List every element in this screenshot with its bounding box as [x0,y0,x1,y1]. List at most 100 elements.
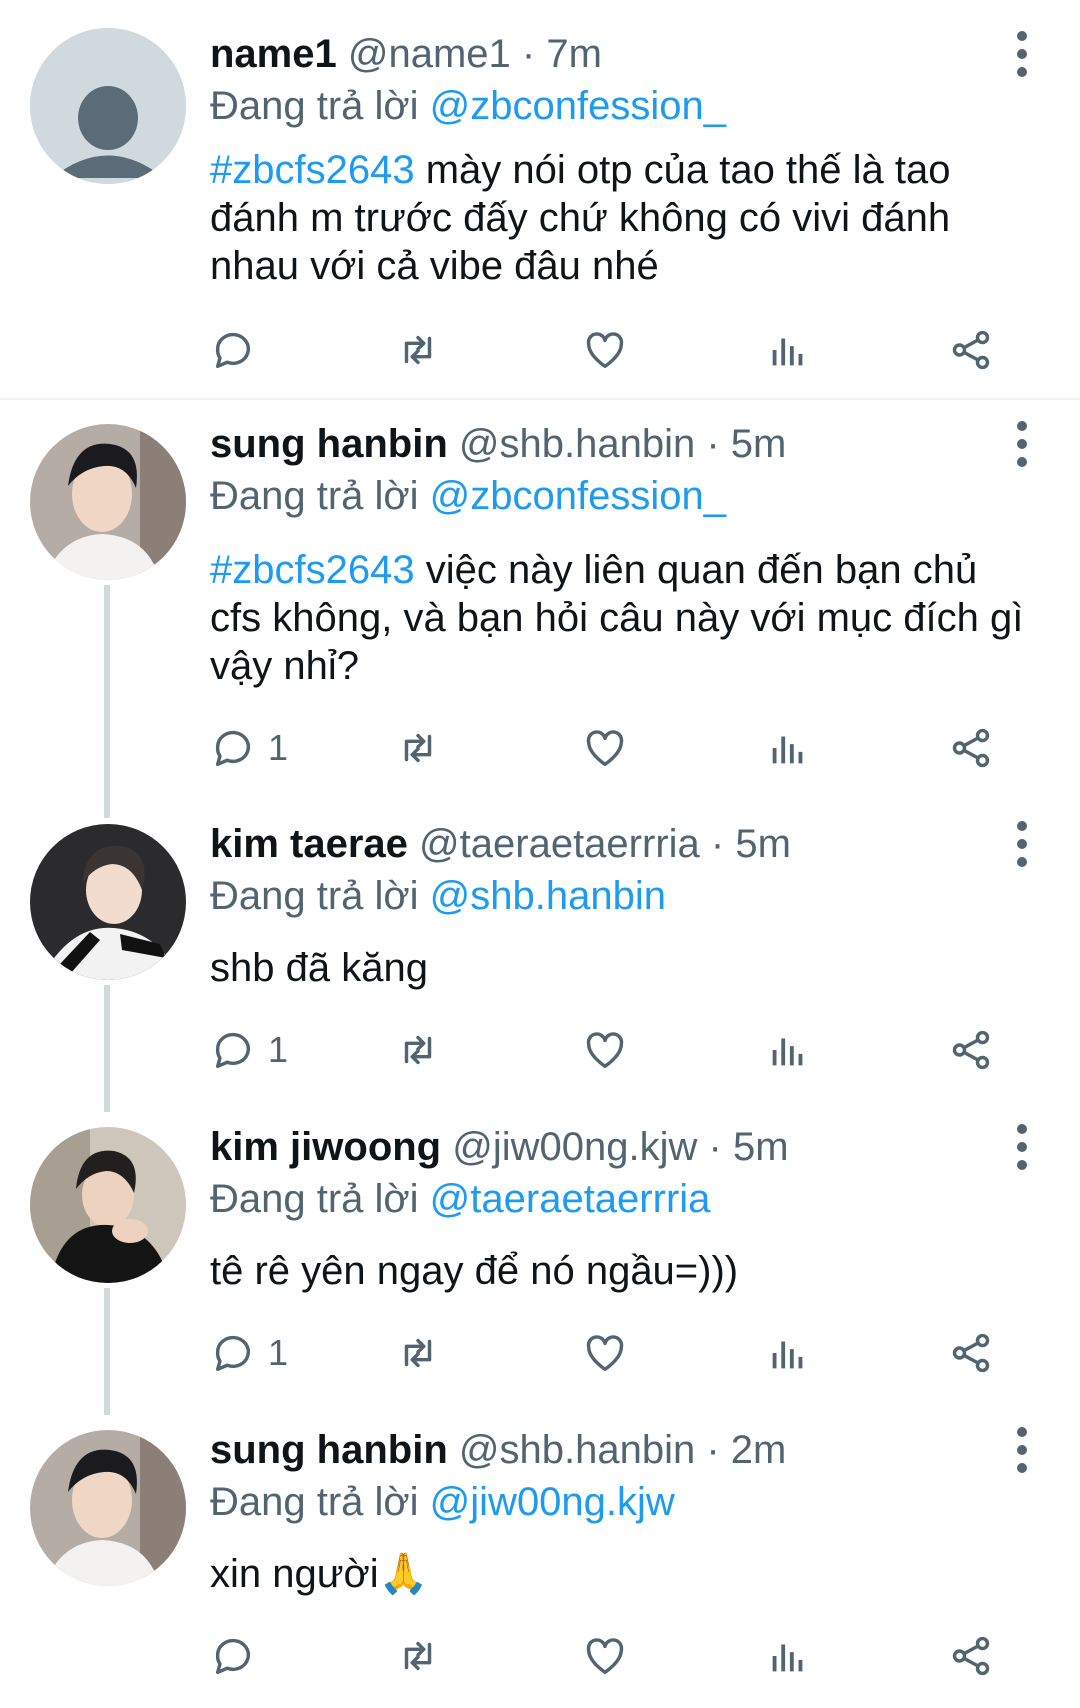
retweet-button[interactable] [395,718,441,778]
share-button[interactable] [948,320,994,380]
tweet-header: sung hanbin @shb.hanbin · 5m [210,418,1000,470]
share-button[interactable] [948,718,994,778]
display-name[interactable]: name1 [210,32,337,76]
replying-prefix: Đang trả lời [210,474,419,518]
action-bar: 1 [210,1323,1030,1383]
display-name[interactable]: sung hanbin [210,1428,448,1472]
avatar[interactable] [30,824,186,980]
analytics-icon [772,736,803,764]
avatar[interactable] [30,1127,186,1283]
replying-mention[interactable]: @zbconfession_ [430,84,726,128]
share-icon [952,330,990,370]
retweet-button[interactable] [395,1626,441,1686]
reply-icon [215,1335,251,1372]
reply-button[interactable]: 1 [210,718,288,778]
user-handle: @shb.hanbin [458,1428,696,1472]
tweet-header: kim jiwoong @jiw00ng.kjw · 5m [210,1121,1000,1173]
like-button[interactable] [582,320,628,380]
display-name[interactable]: sung hanbin [210,422,448,466]
action-bar: 1 [210,1020,1030,1080]
profile-photo-icon [30,1430,186,1586]
reply-icon [215,1032,251,1069]
tweet[interactable]: sung hanbin @shb.hanbin · 5m Đang trả lờ… [0,400,1080,800]
share-button[interactable] [948,1020,994,1080]
replying-prefix: Đang trả lời [210,1480,419,1524]
share-icon [952,1636,990,1676]
display-name[interactable]: kim taerae [210,822,408,866]
tweet[interactable]: name1 @name1 · 7m Đang trả lời @zbconfes… [0,0,1080,398]
tweet[interactable]: kim jiwoong @jiw00ng.kjw · 5m Đang trả l… [0,1103,1080,1406]
profile-photo-icon [30,1127,186,1283]
like-icon [586,730,624,767]
separator-dot: · [706,422,720,466]
replying-mention[interactable]: @shb.hanbin [430,874,666,918]
more-vertical-icon [1017,31,1027,77]
more-options-button[interactable] [1002,814,1042,874]
more-vertical-icon [1017,1124,1027,1170]
analytics-button[interactable] [765,718,811,778]
like-button[interactable] [582,1323,628,1383]
more-options-button[interactable] [1002,24,1042,84]
default-avatar-icon [30,28,186,184]
reply-count: 1 [268,1332,289,1373]
replying-to: Đang trả lời @shb.hanbin [210,870,666,922]
avatar[interactable] [30,1430,186,1586]
reply-button[interactable]: 1 [210,1323,288,1383]
tweet-text: #zbcfs2643 mày nói otp của tao thế là ta… [210,146,1030,290]
timestamp[interactable]: 5m [731,422,787,466]
like-button[interactable] [582,718,628,778]
retweet-button[interactable] [395,320,441,380]
retweet-icon [404,733,432,763]
share-button[interactable] [948,1323,994,1383]
retweet-icon [404,335,432,365]
share-icon [952,1030,990,1070]
timestamp[interactable]: 5m [733,1125,789,1169]
tweet-body: shb đã kăng [210,946,428,990]
analytics-button[interactable] [765,1020,811,1080]
display-name[interactable]: kim jiwoong [210,1125,441,1169]
more-options-button[interactable] [1002,1420,1042,1480]
user-handle: @name1 [347,32,511,76]
avatar[interactable] [30,28,186,184]
timestamp[interactable]: 5m [735,822,791,866]
avatar[interactable] [30,424,186,580]
like-button[interactable] [582,1020,628,1080]
action-bar: 1 [210,718,1030,778]
share-button[interactable] [948,1626,994,1686]
action-bar [210,320,1030,380]
tweet-header: name1 @name1 · 7m [210,28,1000,80]
hashtag[interactable]: #zbcfs2643 [210,148,415,192]
tweet[interactable]: sung hanbin @shb.hanbin · 2m Đang trả lờ… [0,1406,1080,1708]
retweet-button[interactable] [395,1323,441,1383]
timestamp[interactable]: 2m [731,1428,787,1472]
timestamp[interactable]: 7m [546,32,602,76]
action-bar [210,1626,1030,1686]
like-button[interactable] [582,1626,628,1686]
more-options-button[interactable] [1002,1117,1042,1177]
reply-button[interactable] [210,1626,268,1686]
replying-mention[interactable]: @taeraetaerrria [430,1177,711,1221]
separator-dot: · [710,822,725,866]
user-handle: @shb.hanbin [458,422,696,466]
separator-dot: · [521,32,536,76]
tweet[interactable]: kim taerae @taeraetaerrria · 5m Đang trả… [0,800,1080,1103]
replying-prefix: Đang trả lời [210,84,419,128]
reply-icon [215,332,251,369]
replying-prefix: Đang trả lời [210,874,419,918]
reply-button[interactable] [210,320,268,380]
replying-mention[interactable]: @zbconfession_ [430,474,726,518]
reply-button[interactable]: 1 [210,1020,288,1080]
profile-photo-icon [30,824,186,980]
analytics-button[interactable] [765,1323,811,1383]
analytics-icon [772,1038,803,1066]
analytics-button[interactable] [765,320,811,380]
like-icon [586,332,624,369]
analytics-button[interactable] [765,1626,811,1686]
hashtag[interactable]: #zbcfs2643 [210,548,415,592]
retweet-button[interactable] [395,1020,441,1080]
replying-mention[interactable]: @jiw00ng.kjw [430,1480,675,1524]
replying-to: Đang trả lời @zbconfession_ [210,470,726,522]
like-icon [586,1335,624,1372]
user-handle: @jiw00ng.kjw [452,1125,698,1169]
more-options-button[interactable] [1002,414,1042,474]
